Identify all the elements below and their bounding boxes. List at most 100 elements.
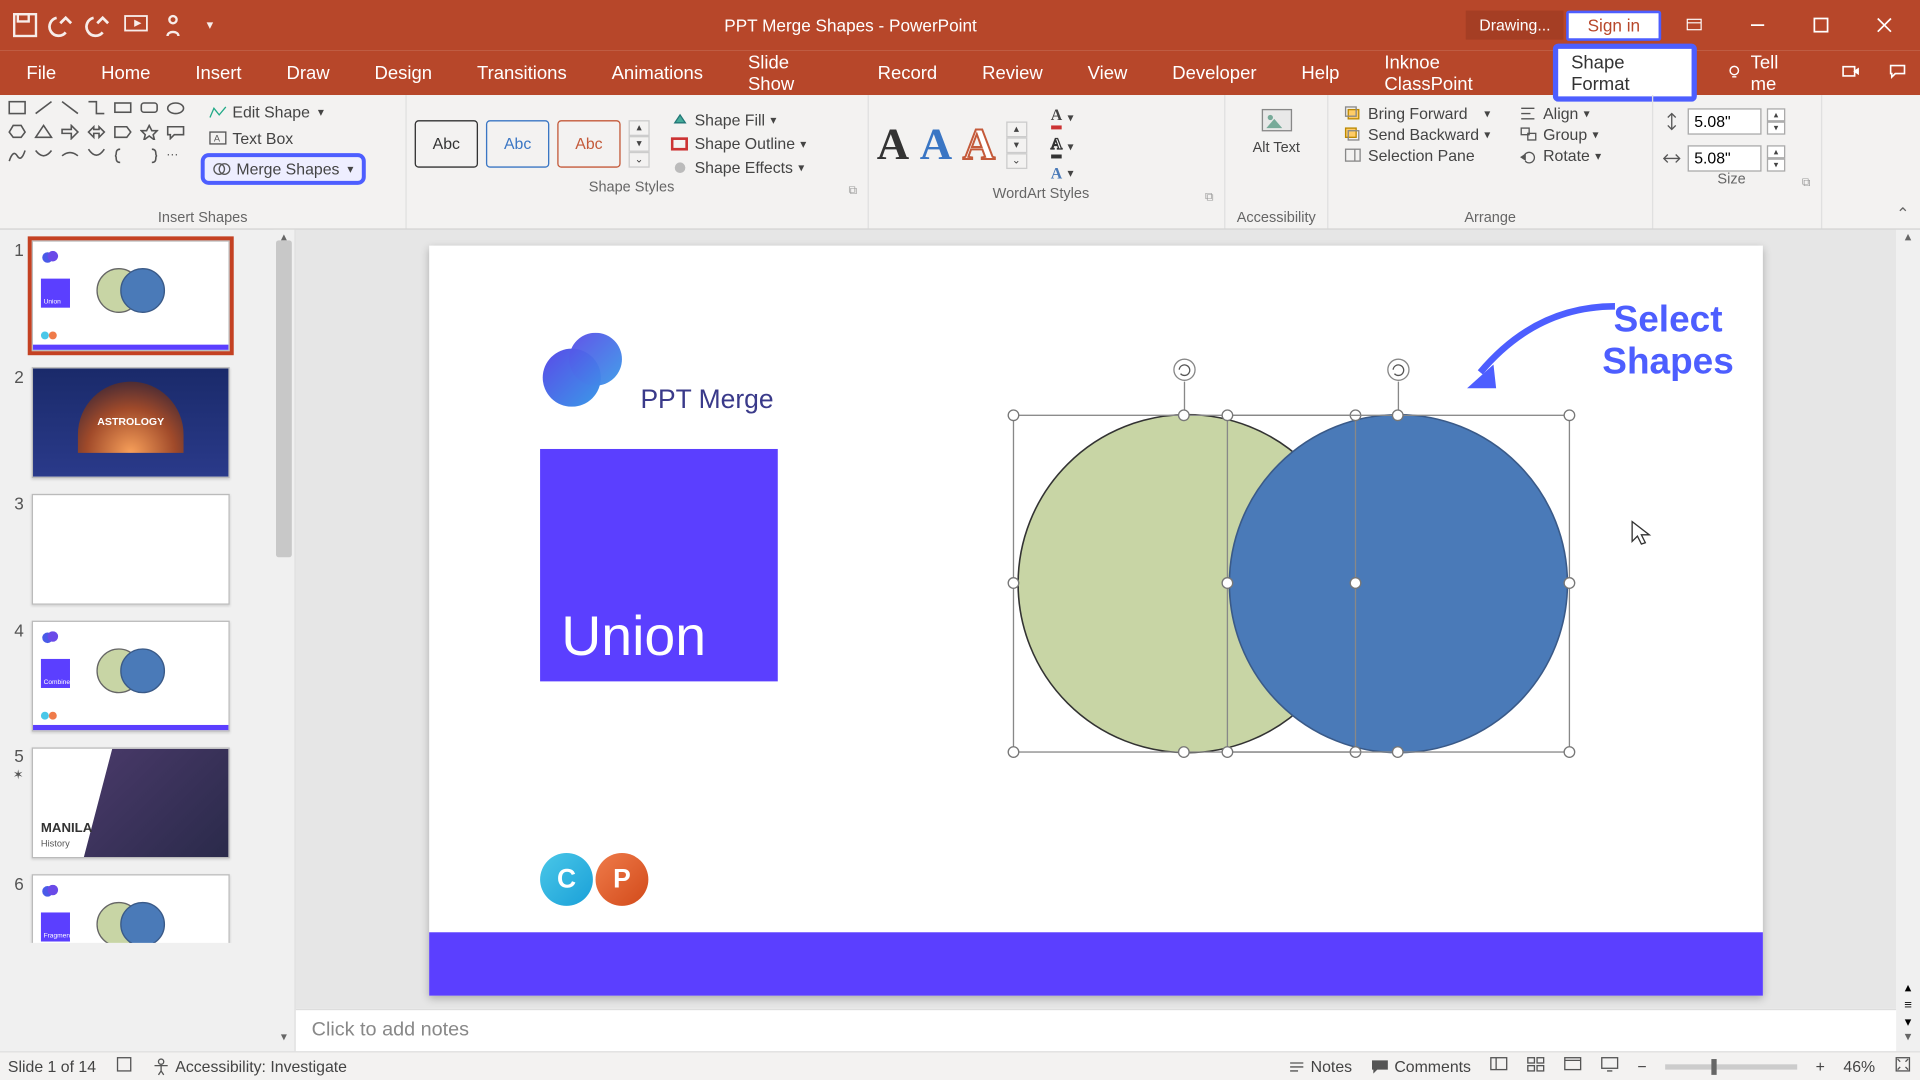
tab-record[interactable]: Record <box>864 54 950 91</box>
group-button[interactable]: Group▾ <box>1511 124 1609 145</box>
shape-arrow-icon[interactable] <box>61 124 85 145</box>
collapse-ribbon-icon[interactable]: ⌃ <box>1896 205 1909 223</box>
height-input[interactable] <box>1688 108 1762 134</box>
rotate-handle-icon[interactable] <box>1173 358 1197 416</box>
share-icon[interactable] <box>1841 61 1859 83</box>
shape-brace2-icon[interactable] <box>140 148 164 169</box>
slide-thumb-1[interactable]: 1 Union <box>0 230 294 357</box>
slide-panel-scrollbar[interactable]: ▴ ▾ <box>273 230 294 1051</box>
tab-insert[interactable]: Insert <box>182 54 255 91</box>
tab-home[interactable]: Home <box>88 54 164 91</box>
accessibility-status[interactable]: Accessibility: Investigate <box>151 1057 347 1075</box>
tab-animations[interactable]: Animations <box>598 54 716 91</box>
undo-icon[interactable] <box>48 11 77 40</box>
merge-shapes-button[interactable]: Merge Shapes▾ <box>201 153 366 185</box>
shape-hex-icon[interactable] <box>8 124 32 145</box>
tab-slideshow[interactable]: Slide Show <box>735 44 846 102</box>
shape-brace1-icon[interactable] <box>114 148 138 169</box>
slide-canvas[interactable]: PPT Merge Union C P <box>429 246 1763 996</box>
editor-scrollbar[interactable]: ▴ ▴ ≡ ▾ ▾ <box>1896 230 1920 1051</box>
shape-style-3[interactable]: Abc <box>557 120 620 168</box>
save-icon[interactable] <box>11 11 40 40</box>
align-button[interactable]: Align▾ <box>1511 103 1609 124</box>
status-btn-icon[interactable] <box>115 1055 133 1077</box>
tab-review[interactable]: Review <box>969 54 1056 91</box>
ribbon-display-icon[interactable] <box>1664 5 1725 45</box>
width-input[interactable] <box>1688 145 1762 171</box>
shape-line-icon[interactable] <box>34 100 58 121</box>
bring-forward-button[interactable]: Bring Forward▾ <box>1336 103 1498 124</box>
prev-slide-icon[interactable]: ▴ <box>1905 981 1912 996</box>
tab-design[interactable]: Design <box>361 54 445 91</box>
send-backward-button[interactable]: Send Backward▾ <box>1336 124 1498 145</box>
normal-view-icon[interactable] <box>1489 1055 1507 1077</box>
slide-thumb-6[interactable]: 6 Fragment <box>0 864 294 943</box>
fit-window-icon[interactable] <box>1894 1055 1912 1077</box>
sign-in-button[interactable]: Sign in <box>1566 10 1661 40</box>
slide-thumb-2[interactable]: 2 ASTROLOGY <box>0 357 294 484</box>
text-box-button[interactable]: AText Box <box>201 127 366 151</box>
shape-more-icon[interactable]: ⋯ <box>166 148 190 169</box>
shape-call-icon[interactable] <box>166 124 190 145</box>
zoom-in-icon[interactable]: + <box>1816 1057 1825 1075</box>
scroll-down-icon[interactable]: ▾ <box>273 1030 294 1051</box>
vscroll-down-icon[interactable]: ▾ <box>1896 1030 1920 1051</box>
tab-view[interactable]: View <box>1074 54 1140 91</box>
slide-thumb-4[interactable]: 4 Combine <box>0 610 294 737</box>
next-slide-icon[interactable]: ▾ <box>1905 1015 1912 1030</box>
text-effects-button[interactable]: A▾ <box>1045 161 1078 186</box>
shape-star-icon[interactable] <box>140 124 164 145</box>
comments-toggle[interactable]: Comments <box>1371 1057 1471 1075</box>
shape-rect-icon[interactable] <box>114 100 138 121</box>
reading-view-icon[interactable] <box>1563 1055 1581 1077</box>
minimize-icon[interactable] <box>1727 5 1788 45</box>
scroll-thumb[interactable] <box>276 240 292 557</box>
notes-pane[interactable]: Click to add notes <box>296 1009 1896 1051</box>
size-launcher-icon[interactable]: ⧉ <box>1802 176 1811 191</box>
edit-shape-button[interactable]: Edit Shape▾ <box>201 100 366 124</box>
selection-pane-button[interactable]: Selection Pane <box>1336 145 1498 166</box>
shape-effects-button[interactable]: Shape Effects▾ <box>666 156 812 180</box>
shape-tri-icon[interactable] <box>34 124 58 145</box>
shapes-gallery[interactable]: ⋯ <box>8 100 190 169</box>
tab-file[interactable]: File <box>13 54 69 91</box>
wordart-style-1[interactable]: A <box>877 120 909 170</box>
shape-curve2-icon[interactable] <box>34 148 58 169</box>
shape-style-2[interactable]: Abc <box>486 120 549 168</box>
shape-roundrect-icon[interactable] <box>140 100 164 121</box>
text-fill-button[interactable]: A▾ <box>1045 103 1078 132</box>
shape-fill-button[interactable]: Shape Fill▾ <box>666 108 812 132</box>
maximize-icon[interactable] <box>1791 5 1852 45</box>
shape-textbox-icon[interactable] <box>8 100 32 121</box>
text-outline-button[interactable]: A▾ <box>1045 132 1078 161</box>
alt-text-button[interactable]: Alt Text <box>1233 100 1319 161</box>
wordart-launcher-icon[interactable]: ⧉ <box>1205 190 1214 205</box>
shape-curve3-icon[interactable] <box>61 148 85 169</box>
redo-icon[interactable] <box>85 11 114 40</box>
tab-developer[interactable]: Developer <box>1159 54 1270 91</box>
tab-shape-format[interactable]: Shape Format <box>1553 44 1697 102</box>
shape-height-field[interactable]: ▴▾ <box>1661 108 1813 134</box>
zoom-out-icon[interactable]: − <box>1637 1057 1646 1075</box>
width-down-icon[interactable]: ▾ <box>1767 158 1785 171</box>
slideshow-view-icon[interactable] <box>1600 1055 1618 1077</box>
fit-icon[interactable]: ≡ <box>1904 998 1912 1013</box>
style-gallery-more[interactable]: ▴▾⌄ <box>629 120 650 168</box>
wordart-gallery-more[interactable]: ▴▾⌄ <box>1006 121 1027 169</box>
touch-mode-icon[interactable] <box>158 11 187 40</box>
wordart-style-3[interactable]: A <box>963 120 995 170</box>
slide-thumb-5[interactable]: 5✶ MANILA History <box>0 737 294 864</box>
shape-oval-icon[interactable] <box>166 100 190 121</box>
close-icon[interactable] <box>1854 5 1915 45</box>
shape-outline-button[interactable]: Shape Outline▾ <box>666 132 812 156</box>
wordart-style-2[interactable]: A <box>920 120 952 170</box>
tell-me-search[interactable]: Tell me <box>1726 51 1804 93</box>
shape-width-field[interactable]: ▴▾ <box>1661 145 1813 171</box>
shape-style-1[interactable]: Abc <box>415 120 478 168</box>
shape-curve1-icon[interactable] <box>8 148 32 169</box>
shape-line2-icon[interactable] <box>61 100 85 121</box>
qat-more-icon[interactable]: ▾ <box>195 11 224 40</box>
shape-connector-icon[interactable] <box>87 100 111 121</box>
width-up-icon[interactable]: ▴ <box>1767 145 1785 158</box>
notes-toggle[interactable]: Notes <box>1287 1057 1352 1075</box>
